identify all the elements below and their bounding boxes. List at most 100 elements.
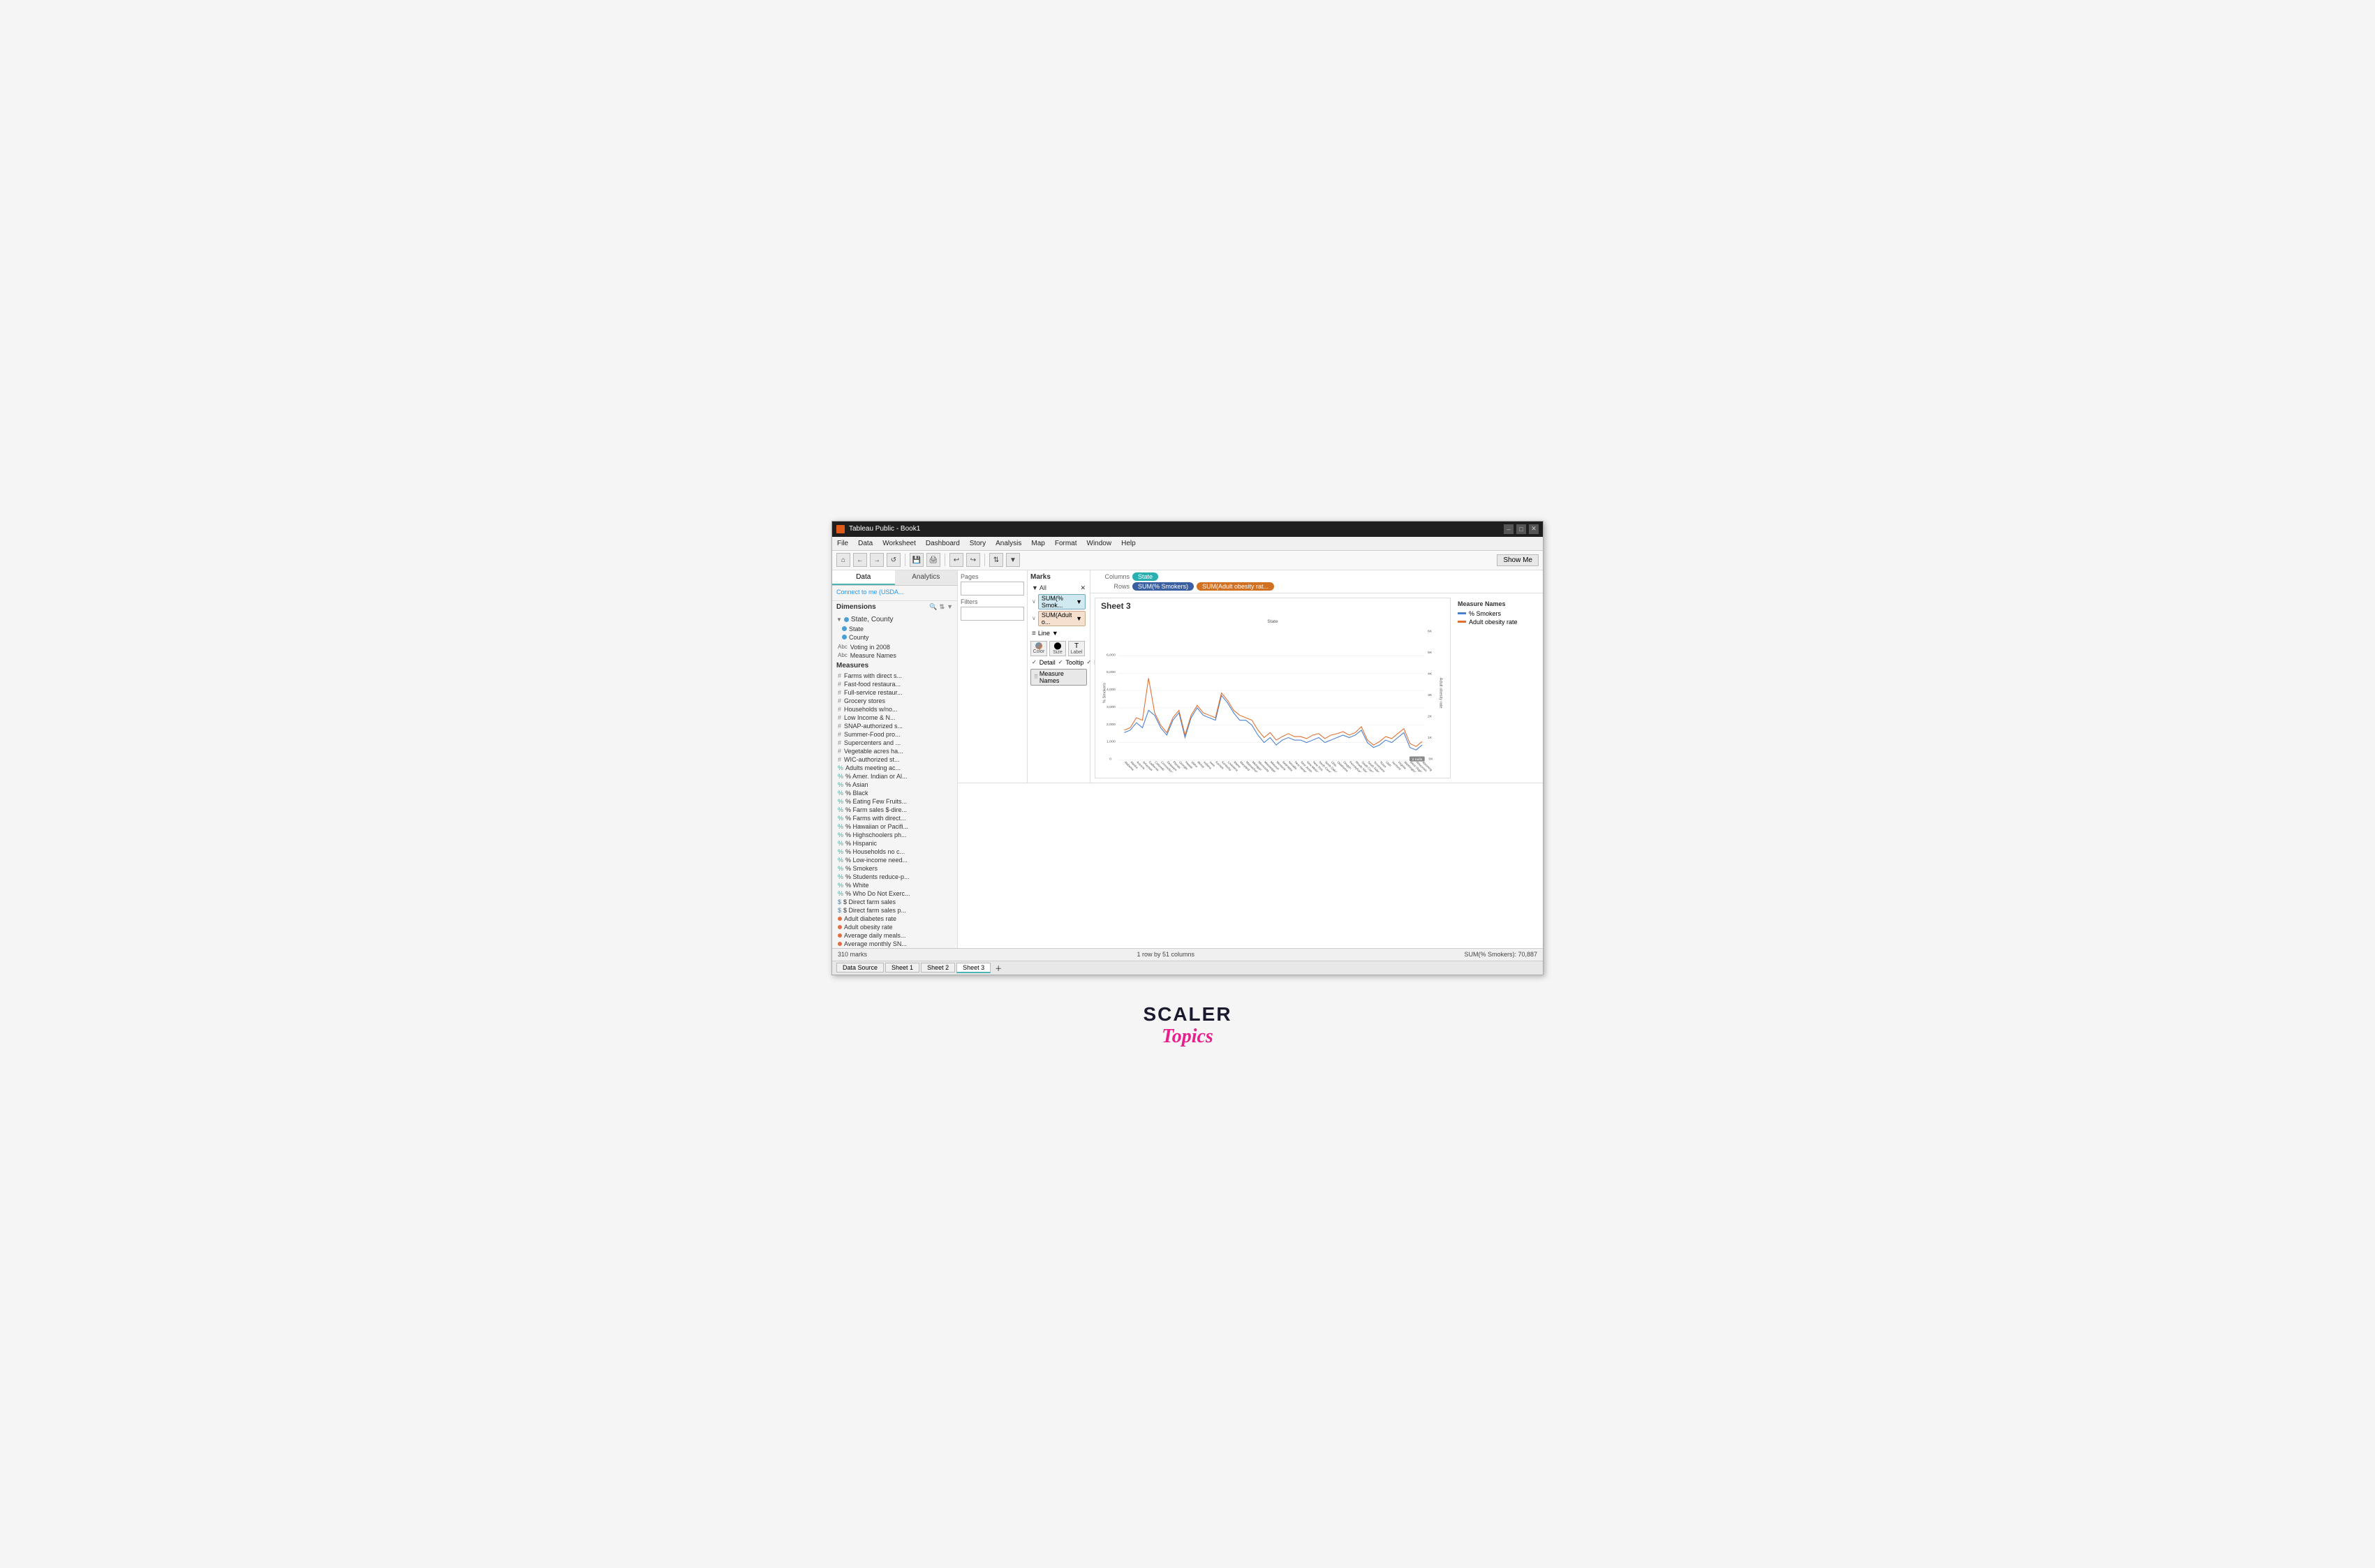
home-button[interactable]: ⌂ xyxy=(836,553,850,567)
add-sheet-button[interactable]: ＋ xyxy=(995,963,1002,973)
redo-button[interactable]: ↪ xyxy=(966,553,980,567)
menu-map[interactable]: Map xyxy=(1029,539,1046,548)
tab-data[interactable]: Data xyxy=(832,570,895,585)
columns-state-pill[interactable]: State xyxy=(1132,572,1158,581)
tab-sheet2[interactable]: Sheet 2 xyxy=(921,963,955,972)
m-farm-sales[interactable]: %% Farm sales $-dire... xyxy=(832,806,957,814)
forward-button[interactable]: → xyxy=(870,553,884,567)
filter-button[interactable]: ▼ xyxy=(1006,553,1020,567)
row-info: 1 row by 51 columns xyxy=(1137,951,1194,958)
blue-line xyxy=(1124,695,1422,750)
show-me-button[interactable]: Show Me xyxy=(1497,554,1539,566)
label-btn[interactable]: T Label xyxy=(1068,641,1085,656)
chart-svg: State % Smokers 0 1,000 2,000 3,000 4,00… xyxy=(1095,614,1450,772)
field-measure-names[interactable]: Abc Measure Names xyxy=(832,651,957,660)
color-btn[interactable]: Color xyxy=(1030,641,1047,656)
m-avg-meals[interactable]: Average daily meals... xyxy=(832,931,957,940)
marks-all[interactable]: ▼ All ✕ xyxy=(1030,584,1087,592)
close-button[interactable]: ✕ xyxy=(1529,524,1539,534)
undo-button[interactable]: ↩ xyxy=(949,553,963,567)
sort-dim-icon[interactable]: ⇅ xyxy=(940,603,945,611)
m-fastfood[interactable]: #Fast-food restaura... xyxy=(832,680,957,688)
chart-container: Sheet 3 State % Smokers 0 1,000 2,000 xyxy=(1090,593,1543,783)
marks-type-selector[interactable]: ≡ Line ▼ xyxy=(1030,628,1087,639)
m-adult-diab[interactable]: Adult diabetes rate xyxy=(832,915,957,923)
m-super[interactable]: #Supercenters and ... xyxy=(832,739,957,747)
svg-text:0: 0 xyxy=(1109,757,1111,761)
rows-adult-pill[interactable]: SUM(Adult obesity rat... xyxy=(1197,582,1274,591)
m-adults-meeting[interactable]: %Adults meeting ac... xyxy=(832,764,957,772)
connect-button[interactable]: Connect to me (USDA... xyxy=(836,589,904,596)
menu-window[interactable]: Window xyxy=(1085,539,1114,548)
m-avg-monthly[interactable]: Average monthly SN... xyxy=(832,940,957,948)
svg-text:1K: 1K xyxy=(1428,735,1433,739)
menu-data[interactable]: Data xyxy=(856,539,875,548)
marks-adult[interactable]: ∨ SUM(Adult o... ▼ xyxy=(1030,610,1087,627)
m-veg[interactable]: #Vegetable acres ha... xyxy=(832,747,957,755)
m-students[interactable]: %% Students reduce-p... xyxy=(832,873,957,881)
svg-text:4,000: 4,000 xyxy=(1107,688,1116,692)
maximize-button[interactable]: □ xyxy=(1516,524,1526,534)
menu-story[interactable]: Story xyxy=(968,539,988,548)
m-farms-direct[interactable]: %% Farms with direct... xyxy=(832,814,957,822)
m-households-no[interactable]: %% Households no c... xyxy=(832,848,957,856)
m-summer[interactable]: #Summer-Food pro... xyxy=(832,730,957,739)
minimize-button[interactable]: – xyxy=(1504,524,1514,534)
measure-names-pill[interactable]: ⠿ Measure Names xyxy=(1030,669,1087,686)
m-wic[interactable]: #WIC-authorized st... xyxy=(832,755,957,764)
legend-panel: Measure Names % Smokers Adult obesity ra… xyxy=(1455,598,1539,778)
tab-analytics[interactable]: Analytics xyxy=(895,570,958,585)
m-adult-obesity[interactable]: Adult obesity rate xyxy=(832,923,957,931)
field-state[interactable]: State xyxy=(836,625,953,633)
save-button[interactable]: 💾 xyxy=(910,553,924,567)
rows-smokers-pill[interactable]: SUM(% Smokers) xyxy=(1132,582,1194,591)
m-snap[interactable]: #SNAP-authorized s... xyxy=(832,722,957,730)
menu-dashboard[interactable]: Dashboard xyxy=(924,539,962,548)
size-btn[interactable]: ⬤ Size xyxy=(1049,641,1066,656)
print-button[interactable]: 🖨 xyxy=(926,553,940,567)
filters-shelf[interactable] xyxy=(961,607,1024,621)
legend-smokers: % Smokers xyxy=(1458,610,1536,617)
m-amer-indian[interactable]: %% Amer. Indian or Al... xyxy=(832,772,957,781)
m-hispanic[interactable]: %% Hispanic xyxy=(832,839,957,848)
tab-sheet1[interactable]: Sheet 1 xyxy=(885,963,919,972)
pages-label: Pages xyxy=(961,573,1024,580)
pages-shelf[interactable] xyxy=(961,582,1024,596)
menu-format[interactable]: Format xyxy=(1053,539,1079,548)
m-farms[interactable]: #Farms with direct s... xyxy=(832,672,957,680)
m-few-fruits[interactable]: %% Eating Few Fruits... xyxy=(832,797,957,806)
menu-help[interactable]: Help xyxy=(1119,539,1138,548)
m-no-exercise[interactable]: %% Who Do Not Exerc... xyxy=(832,889,957,898)
back-button[interactable]: ← xyxy=(853,553,867,567)
tab-sheet3[interactable]: Sheet 3 xyxy=(956,963,991,973)
field-voting[interactable]: Abc Voting in 2008 xyxy=(832,643,957,651)
menu-analysis[interactable]: Analysis xyxy=(993,539,1023,548)
y-left-label: % Smokers xyxy=(1102,682,1107,702)
m-black[interactable]: %% Black xyxy=(832,789,957,797)
m-hawaiian[interactable]: %% Hawaiian or Pacifi... xyxy=(832,822,957,831)
menu-file[interactable]: File xyxy=(835,539,850,548)
m-fullservice[interactable]: #Full-service restaur... xyxy=(832,688,957,697)
bottom-tabs: Data Source Sheet 1 Sheet 2 Sheet 3 ＋ xyxy=(832,961,1543,975)
window-title: Tableau Public - Book1 xyxy=(849,525,920,533)
menu-worksheet[interactable]: Worksheet xyxy=(880,539,918,548)
sort-button[interactable]: ⇅ xyxy=(989,553,1003,567)
marks-smokers[interactable]: ∨ SUM(% Smok... ▼ xyxy=(1030,593,1087,610)
m-direct-farm[interactable]: $$ Direct farm sales xyxy=(832,898,957,906)
field-county[interactable]: County xyxy=(836,633,953,642)
more-icon[interactable]: ▼ xyxy=(947,603,953,611)
m-lowincome[interactable]: #Low Income & N... xyxy=(832,713,957,722)
m-households[interactable]: #Households w/no... xyxy=(832,705,957,713)
tab-datasource[interactable]: Data Source xyxy=(836,963,884,972)
m-smokers[interactable]: %% Smokers xyxy=(832,864,957,873)
m-direct-farm-p[interactable]: $$ Direct farm sales p... xyxy=(832,906,957,915)
refresh-button[interactable]: ↺ xyxy=(887,553,901,567)
m-white[interactable]: %% White xyxy=(832,881,957,889)
m-grocery[interactable]: #Grocery stores xyxy=(832,697,957,705)
smokers-pill[interactable]: SUM(% Smok... ▼ xyxy=(1038,594,1086,609)
m-lowincome-need[interactable]: %% Low-income need... xyxy=(832,856,957,864)
adult-pill[interactable]: SUM(Adult o... ▼ xyxy=(1038,611,1086,626)
m-high[interactable]: %% Highschoolers ph... xyxy=(832,831,957,839)
search-icon[interactable]: 🔍 xyxy=(929,603,937,611)
m-asian[interactable]: %% Asian xyxy=(832,781,957,789)
